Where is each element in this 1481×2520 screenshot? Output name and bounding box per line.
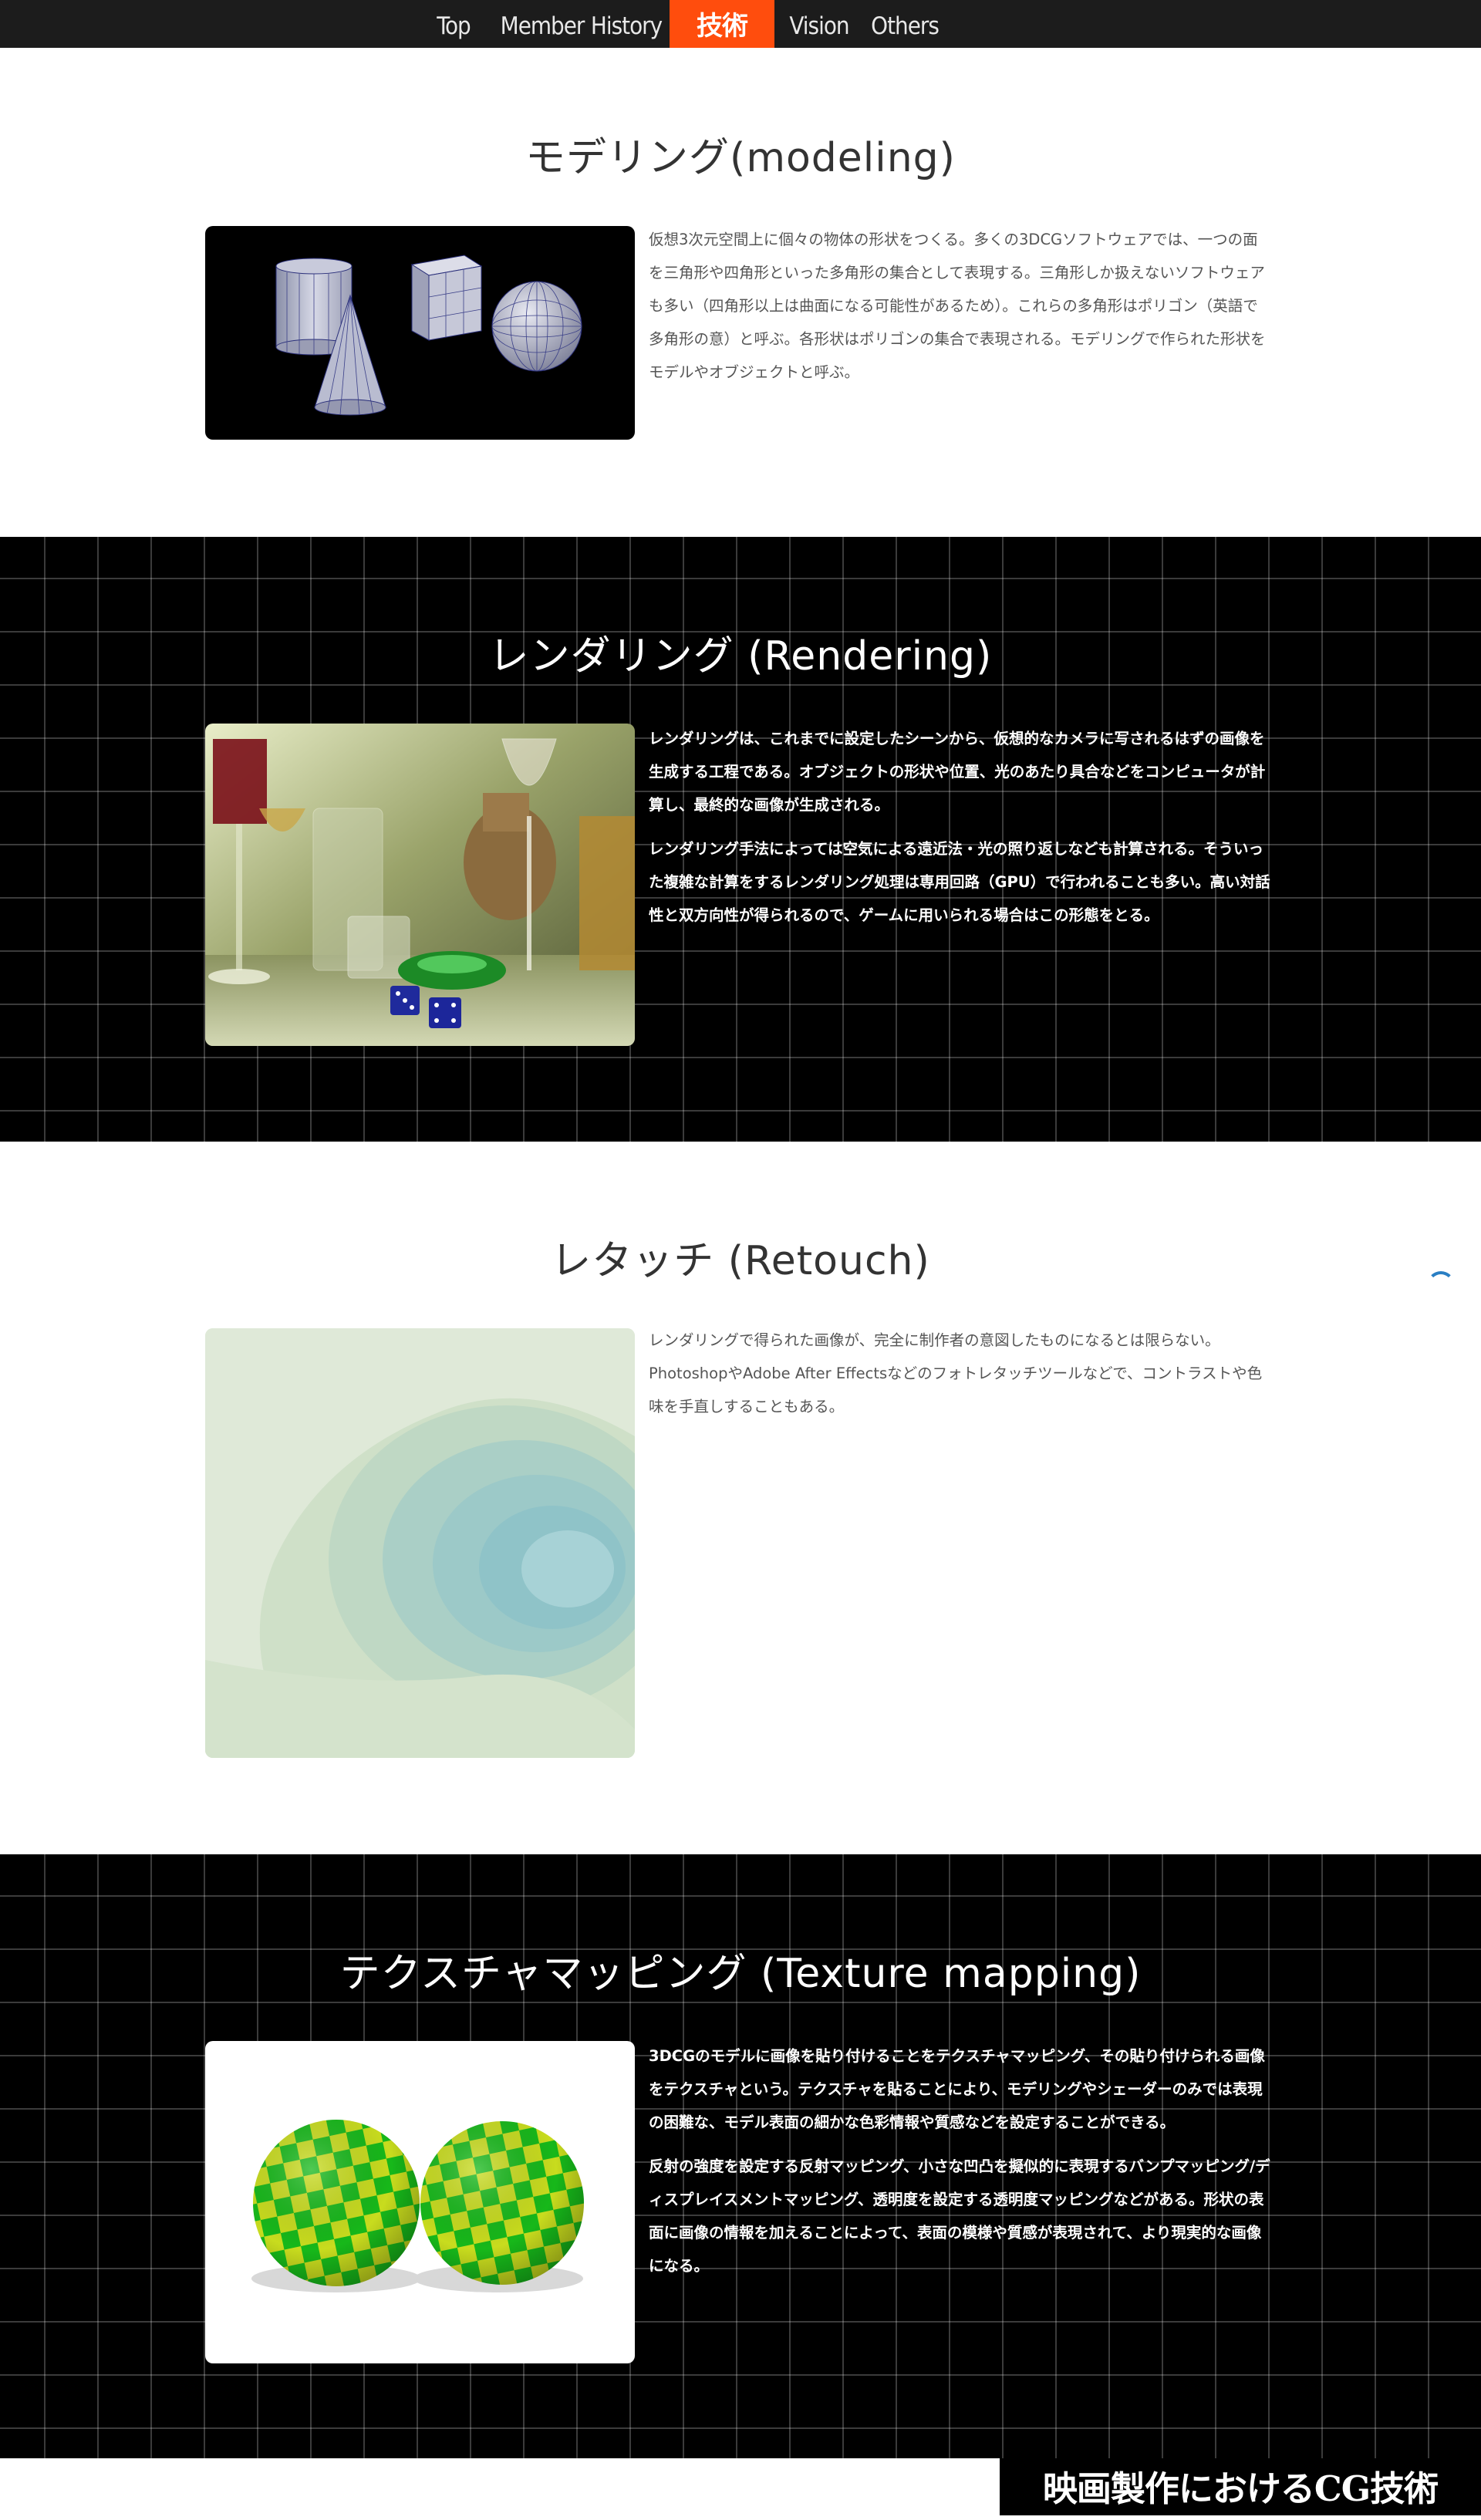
nav-history[interactable]: History: [588, 0, 665, 48]
section-retouch: レタッチ (Retouch) レンダリングで得られた画像が、完全に制作者の意図し…: [0, 1142, 1481, 1854]
paragraph: 反射の強度を設定する反射マッピング、小さな凹凸を擬似的に表現するバンプマッピング…: [649, 2157, 1270, 2275]
rendering-image: [205, 724, 635, 1046]
paragraph: 仮想3次元空間上に個々の物体の形状をつくる。多くの3DCGソフトウェアでは、一つ…: [649, 231, 1266, 381]
paragraph: レンダリングは、これまでに設定したシーンから、仮想的なカメラに写されるはずの画像…: [649, 730, 1266, 814]
paragraph: レンダリング手法によっては空気による遠近法・光の照り返しなども計算される。そうい…: [649, 840, 1270, 924]
section-texture-mapping: テクスチャマッピング (Texture mapping) 3DCGのモデルに画像…: [0, 1854, 1481, 2458]
top-nav: Top Member History 技術 Vision Others: [0, 0, 1481, 48]
nav-others[interactable]: Others: [869, 0, 941, 48]
modeling-image: [205, 226, 635, 440]
section-title: モデリング(modeling): [525, 135, 956, 181]
section-title: テクスチャマッピング (Texture mapping): [339, 1951, 1142, 1997]
modeling-text: 仮想3次元空間上に個々の物体の形状をつくる。多くの3DCGソフトウェアでは、一つ…: [649, 223, 1270, 400]
loading-spinner-icon: [1427, 1271, 1455, 1299]
paragraph: レンダリングで得られた画像が、完全に制作者の意図したものになるとは限らない。Ph…: [649, 1331, 1263, 1415]
footer-banner: 映画製作におけるCG技術: [1000, 2458, 1481, 2515]
texture-mapping-image: [205, 2041, 635, 2363]
nav-member[interactable]: Member: [500, 0, 585, 48]
nav-vision[interactable]: Vision: [787, 0, 852, 48]
texture-mapping-text: 3DCGのモデルに画像を貼り付けることをテクスチャマッピング、その貼り付けられる…: [649, 2039, 1270, 2293]
retouch-image: [205, 1328, 635, 1758]
nav-technology[interactable]: 技術: [670, 0, 774, 48]
rendering-text: レンダリングは、これまでに設定したシーンから、仮想的なカメラに写されるはずの画像…: [649, 722, 1270, 943]
section-title: レンダリング (Rendering): [488, 633, 993, 680]
retouch-text: レンダリングで得られた画像が、完全に制作者の意図したものになるとは限らない。Ph…: [649, 1324, 1270, 1434]
section-modeling: モデリング(modeling) 仮想3次元空間上に個々の物体の形状をつくる。多く…: [0, 48, 1481, 537]
section-title: レタッチ (Retouch): [551, 1238, 930, 1284]
nav-top[interactable]: Top: [423, 0, 484, 48]
paragraph: 3DCGのモデルに画像を貼り付けることをテクスチャマッピング、その貼り付けられる…: [649, 2047, 1265, 2131]
section-rendering: レンダリング (Rendering) レンダリングは、これまでに設定したシーンか…: [0, 537, 1481, 1142]
